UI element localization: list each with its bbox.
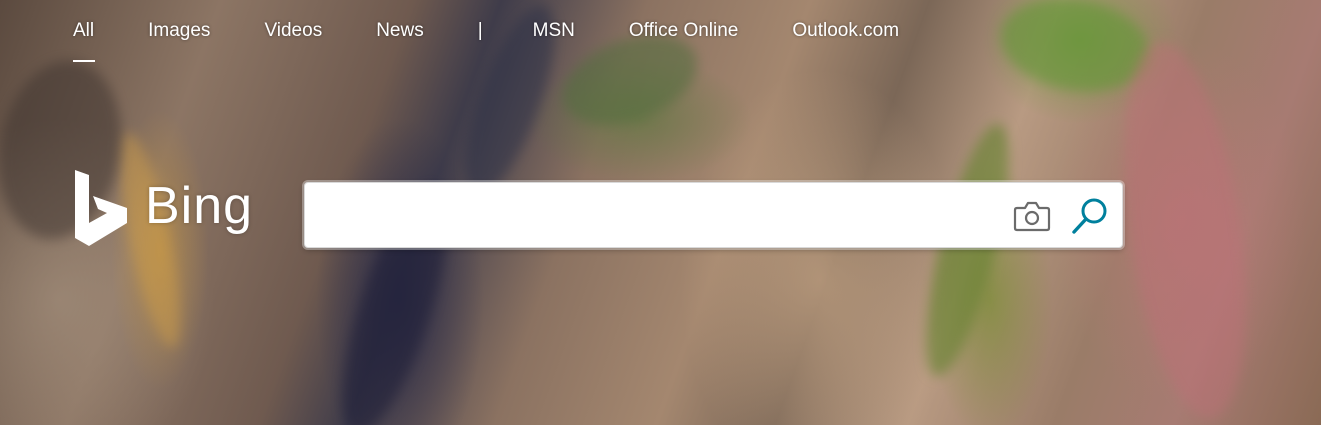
nav-office-online[interactable]: Office Online bbox=[629, 20, 738, 42]
search-input[interactable] bbox=[319, 193, 1003, 239]
visual-search-button[interactable] bbox=[1013, 198, 1051, 234]
nav-all[interactable]: All bbox=[73, 20, 96, 62]
bing-homepage: All Images Videos News | MSN Office Onli… bbox=[0, 0, 1321, 425]
nav-msn[interactable]: MSN bbox=[533, 20, 575, 42]
background-texture bbox=[1104, 34, 1266, 425]
nav-separator: | bbox=[477, 20, 483, 41]
bing-b-logo-icon bbox=[75, 170, 127, 246]
camera-icon bbox=[1013, 201, 1051, 232]
nav-outlook[interactable]: Outlook.com bbox=[792, 20, 899, 42]
brand-name: Bing bbox=[145, 177, 254, 235]
bing-logo[interactable]: Bing bbox=[73, 170, 253, 246]
background-texture bbox=[909, 117, 1026, 383]
nav-news[interactable]: News bbox=[376, 20, 424, 42]
search-box bbox=[304, 182, 1123, 248]
search-button[interactable] bbox=[1069, 196, 1111, 236]
nav-images[interactable]: Images bbox=[148, 20, 210, 42]
top-navigation: All Images Videos News | MSN Office Onli… bbox=[73, 20, 953, 66]
search-icon bbox=[1072, 198, 1107, 234]
nav-videos[interactable]: Videos bbox=[264, 20, 322, 42]
